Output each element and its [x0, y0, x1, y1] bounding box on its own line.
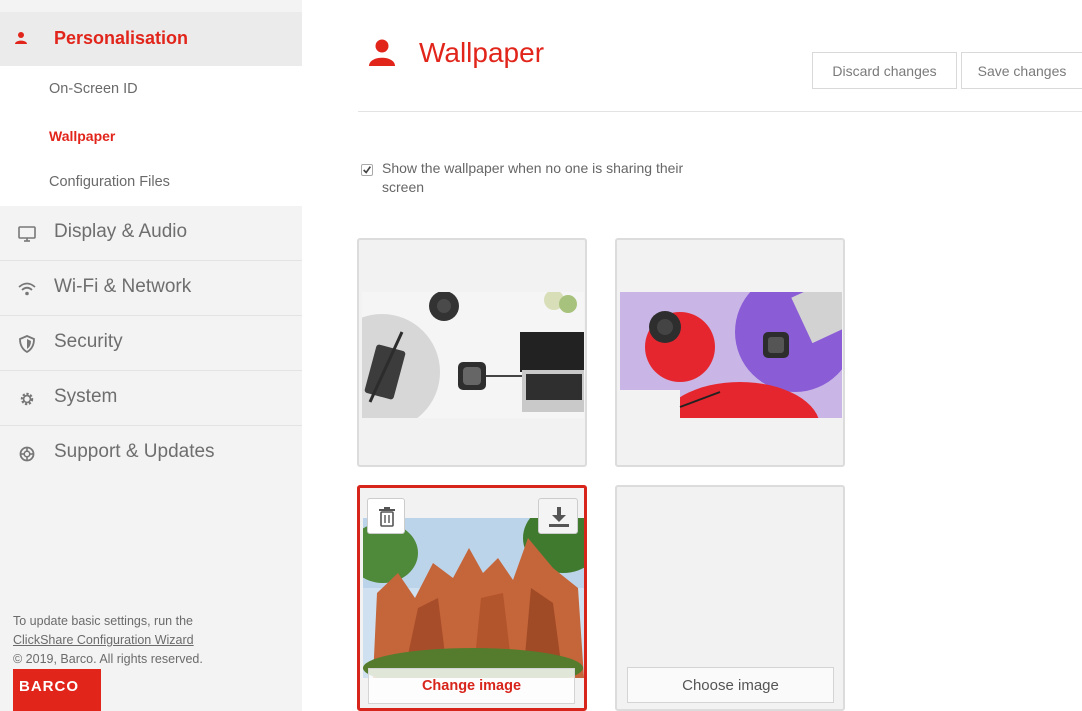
- sidebar-item-label: Wi-Fi & Network: [54, 276, 192, 297]
- sidebar-item-support-updates[interactable]: Support & Updates: [0, 426, 302, 481]
- download-image-button[interactable]: [538, 498, 578, 534]
- show-wallpaper-checkbox[interactable]: [361, 164, 373, 176]
- sidebar-item-display-audio[interactable]: Display & Audio: [0, 206, 302, 261]
- configuration-wizard-link[interactable]: ClickShare Configuration Wizard: [13, 631, 273, 650]
- shield-icon: [19, 335, 35, 354]
- user-icon: [15, 32, 27, 44]
- sidebar-item-configuration-files[interactable]: Configuration Files: [49, 174, 170, 190]
- save-changes-button[interactable]: Save changes: [961, 52, 1082, 89]
- choose-image-button[interactable]: Choose image: [627, 667, 834, 703]
- sidebar-item-wallpaper[interactable]: Wallpaper: [49, 128, 115, 144]
- download-icon: [549, 507, 569, 527]
- checkmark-icon: [363, 166, 372, 174]
- discard-changes-button[interactable]: Discard changes: [812, 52, 957, 89]
- page-title: Wallpaper: [419, 37, 545, 68]
- delete-image-button[interactable]: [367, 498, 405, 534]
- copyright-text: © 2019, Barco. All rights reserved.: [13, 652, 203, 666]
- sidebar-section-personalisation[interactable]: Personalisation: [0, 12, 302, 66]
- user-icon: [369, 39, 395, 66]
- sidebar: Personalisation On-Screen ID Wallpaper C…: [0, 0, 302, 711]
- trash-icon: [379, 507, 395, 527]
- sidebar-item-system[interactable]: System: [0, 371, 302, 426]
- wallpaper-tile-empty[interactable]: Choose image: [615, 485, 845, 711]
- sidebar-footer: To update basic settings, run the ClickS…: [13, 612, 273, 669]
- sidebar-section-label: Personalisation: [54, 28, 189, 48]
- wallpaper-thumbnail-desk-grey: [362, 292, 584, 418]
- sidebar-item-on-screen-id[interactable]: On-Screen ID: [49, 81, 138, 97]
- wallpaper-tile-2[interactable]: [615, 238, 845, 467]
- header-divider: [358, 111, 1082, 112]
- wallpaper-thumbnail-desk-purple: [620, 292, 842, 418]
- wallpaper-tile-custom[interactable]: Change image: [357, 485, 587, 711]
- change-image-button[interactable]: Change image: [368, 668, 575, 704]
- logo-text: BARCO: [19, 678, 79, 695]
- show-wallpaper-label: Show the wallpaper when no one is sharin…: [382, 160, 684, 195]
- sidebar-item-label: Security: [54, 331, 123, 352]
- sidebar-item-wifi-network[interactable]: Wi-Fi & Network: [0, 261, 302, 316]
- wifi-icon: [18, 282, 36, 296]
- sidebar-item-security[interactable]: Security: [0, 316, 302, 371]
- gear-icon: [20, 392, 34, 406]
- sidebar-submenu: On-Screen ID Wallpaper Configuration Fil…: [0, 66, 302, 206]
- sidebar-item-label: System: [54, 386, 118, 407]
- wallpaper-tile-1[interactable]: [357, 238, 587, 467]
- sidebar-item-label: Support & Updates: [54, 441, 215, 462]
- sidebar-item-label: Display & Audio: [54, 221, 188, 242]
- barco-logo: BARCO: [13, 669, 101, 711]
- monitor-icon: [18, 226, 36, 242]
- wallpaper-thumbnail-rock-formation: [363, 518, 584, 678]
- footer-text: To update basic settings, run the: [13, 614, 193, 628]
- lifebuoy-icon: [19, 446, 35, 462]
